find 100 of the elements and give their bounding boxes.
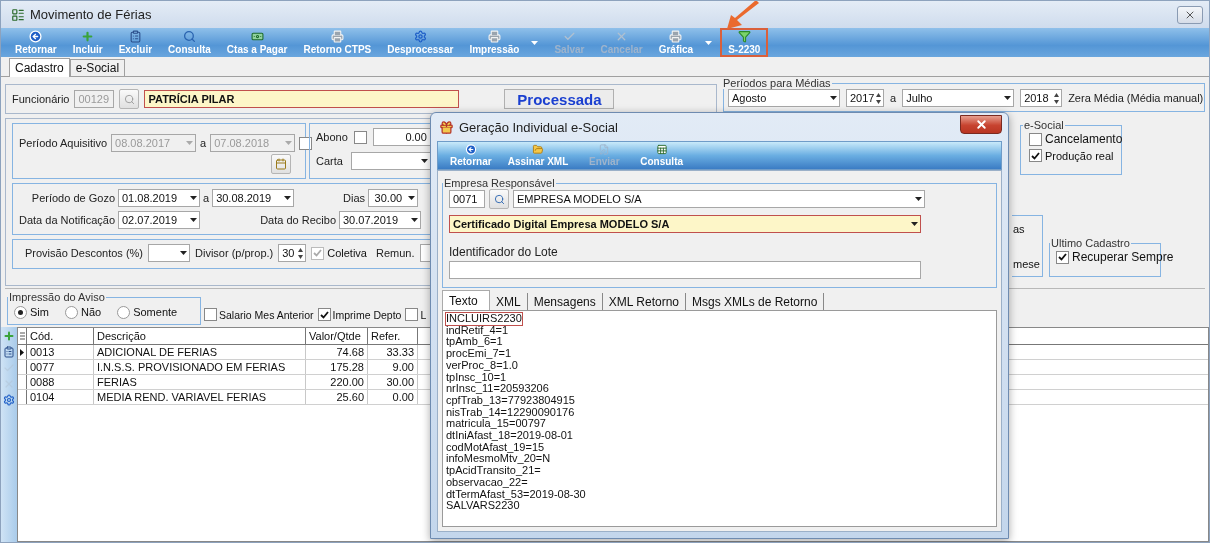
text-line: SALVARS2230 bbox=[446, 500, 520, 512]
field-label: Zera Média (Média manual) bbox=[1068, 92, 1204, 104]
number-field[interactable]: 2017 bbox=[846, 89, 884, 107]
dropdown-field[interactable]: EMPRESA MODELO S/A bbox=[513, 190, 925, 208]
dropdown-field[interactable]: 02.07.2019 bbox=[118, 211, 200, 229]
field-label: Data da Notificação bbox=[19, 214, 115, 226]
check-icon bbox=[3, 362, 15, 374]
dropdown-field[interactable] bbox=[350, 152, 431, 170]
checkbox-label: Produção real bbox=[1045, 149, 1114, 162]
caret-icon bbox=[180, 251, 187, 255]
close-icon bbox=[974, 117, 988, 131]
field-label: Identificador do Lote bbox=[449, 245, 559, 259]
table-cell: 25.60 bbox=[306, 390, 368, 404]
text-line: nisTrab_14=12290090176 bbox=[446, 406, 575, 419]
calendar-icon bbox=[275, 158, 287, 170]
tab[interactable]: Cadastro bbox=[9, 58, 70, 77]
caret-icon bbox=[411, 218, 418, 222]
field-label: Carta bbox=[316, 155, 343, 167]
dropdown-icon[interactable] bbox=[531, 40, 539, 45]
dropdown-field[interactable] bbox=[148, 244, 190, 262]
group-title: e-Social bbox=[1023, 119, 1065, 131]
dropdown-icon[interactable] bbox=[705, 40, 713, 45]
column-header[interactable]: Refer. bbox=[368, 328, 418, 344]
caret-icon bbox=[420, 159, 428, 163]
checkbox[interactable] bbox=[1056, 250, 1069, 264]
dropdown-field[interactable]: Agosto bbox=[728, 89, 840, 107]
radio-button[interactable] bbox=[64, 305, 78, 319]
checkbox[interactable] bbox=[311, 246, 325, 260]
code-field[interactable]: 0071 bbox=[449, 190, 485, 208]
dropdown-field[interactable]: 01.08.2019 bbox=[118, 189, 200, 207]
table-cell: 220.00 bbox=[306, 375, 368, 389]
checkbox-label: Salario Mes Anterior bbox=[219, 308, 314, 321]
table-cell: 30.00 bbox=[368, 375, 418, 389]
caret-icon bbox=[190, 196, 197, 200]
group-title: Impressão do Aviso bbox=[8, 291, 106, 303]
column-header[interactable]: Descrição bbox=[94, 328, 306, 344]
text-line: dtTermAfast_53=2019-08-30 bbox=[446, 488, 586, 501]
dropdown-field[interactable]: 30.08.2019 bbox=[212, 189, 295, 207]
gear-icon bbox=[3, 394, 15, 406]
table-cell: 9.00 bbox=[368, 360, 418, 374]
checkbox[interactable] bbox=[1029, 132, 1042, 146]
checkbox[interactable] bbox=[405, 308, 419, 321]
checkbox[interactable] bbox=[353, 130, 367, 144]
field-label: Data do Recibo bbox=[259, 214, 336, 226]
back-icon bbox=[463, 144, 478, 155]
table-cell: 74.68 bbox=[306, 345, 368, 359]
caret-icon bbox=[915, 197, 922, 201]
printer-icon bbox=[486, 30, 502, 43]
text-line: nrInsc_11=20593206 bbox=[446, 383, 549, 395]
text-area[interactable] bbox=[442, 310, 997, 527]
radio-button[interactable] bbox=[14, 305, 27, 319]
folder-icon bbox=[530, 144, 545, 155]
sheet-icon bbox=[654, 144, 669, 155]
caret-icon bbox=[186, 141, 194, 145]
group-title: Empresa Responsável bbox=[443, 177, 556, 189]
field-label: Provisão Descontos (%) bbox=[25, 247, 143, 259]
checkbox[interactable] bbox=[317, 308, 331, 321]
option-label: as bbox=[1013, 223, 1025, 235]
caret-icon bbox=[190, 218, 197, 222]
checkbox-label: Cancelamento bbox=[1045, 132, 1123, 146]
checkbox[interactable] bbox=[204, 308, 217, 321]
field-label: a bbox=[890, 92, 897, 104]
column-header[interactable]: Valor/Qtde bbox=[306, 328, 368, 344]
table-cell: I.N.S.S. PROVISIONADO EM FERIAS bbox=[94, 360, 306, 374]
input-field[interactable] bbox=[449, 261, 921, 279]
checkbox-label: Recuperar Sempre bbox=[1072, 250, 1174, 264]
text-line: indRetif_4=1 bbox=[446, 324, 509, 337]
number-field[interactable]: 30 bbox=[278, 244, 307, 262]
text-line: tpAcidTransito_21= bbox=[446, 465, 541, 477]
window-icon bbox=[11, 7, 25, 22]
name-field[interactable]: PATRÍCIA PILAR bbox=[144, 90, 460, 108]
plus-icon bbox=[3, 330, 15, 342]
dropdown-field[interactable]: 30.00 bbox=[368, 189, 419, 207]
spin-arrows-icon bbox=[876, 92, 881, 104]
printer-icon bbox=[329, 30, 345, 43]
close-button[interactable] bbox=[1177, 5, 1203, 24]
search-button[interactable] bbox=[489, 189, 509, 209]
field-label: a bbox=[203, 192, 210, 204]
column-header[interactable]: Cód. bbox=[27, 328, 94, 344]
spin-arrows-icon bbox=[298, 247, 304, 259]
tab[interactable]: Texto bbox=[442, 290, 490, 310]
text-line: verProc_8=1.0 bbox=[446, 359, 518, 372]
field-label: Remun. bbox=[376, 247, 415, 259]
table-cell: MEDIA REND. VARIAVEL FERIAS bbox=[94, 390, 306, 404]
checkbox[interactable] bbox=[1029, 149, 1042, 162]
number-field[interactable]: 2018 bbox=[1020, 89, 1063, 107]
tab[interactable]: e-Social bbox=[69, 59, 126, 76]
text-line: infoMesmoMtv_20=N bbox=[446, 453, 551, 466]
calendar-button[interactable] bbox=[271, 154, 291, 174]
close-button[interactable] bbox=[960, 114, 1002, 134]
checkbox-label: L bbox=[420, 308, 427, 321]
table-cell: 0088 bbox=[27, 375, 94, 389]
dropdown-field[interactable]: 30.07.2019 bbox=[339, 211, 421, 229]
table-cell: FERIAS bbox=[94, 375, 306, 389]
dropdown-field[interactable]: Julho bbox=[902, 89, 1015, 107]
search-button[interactable] bbox=[119, 89, 140, 109]
radio-button[interactable] bbox=[117, 305, 131, 319]
radio-label: Somente bbox=[133, 306, 178, 318]
check-icon bbox=[561, 30, 577, 43]
dropdown-field[interactable]: Certificado Digital Empresa MODELO S/A bbox=[449, 215, 921, 233]
